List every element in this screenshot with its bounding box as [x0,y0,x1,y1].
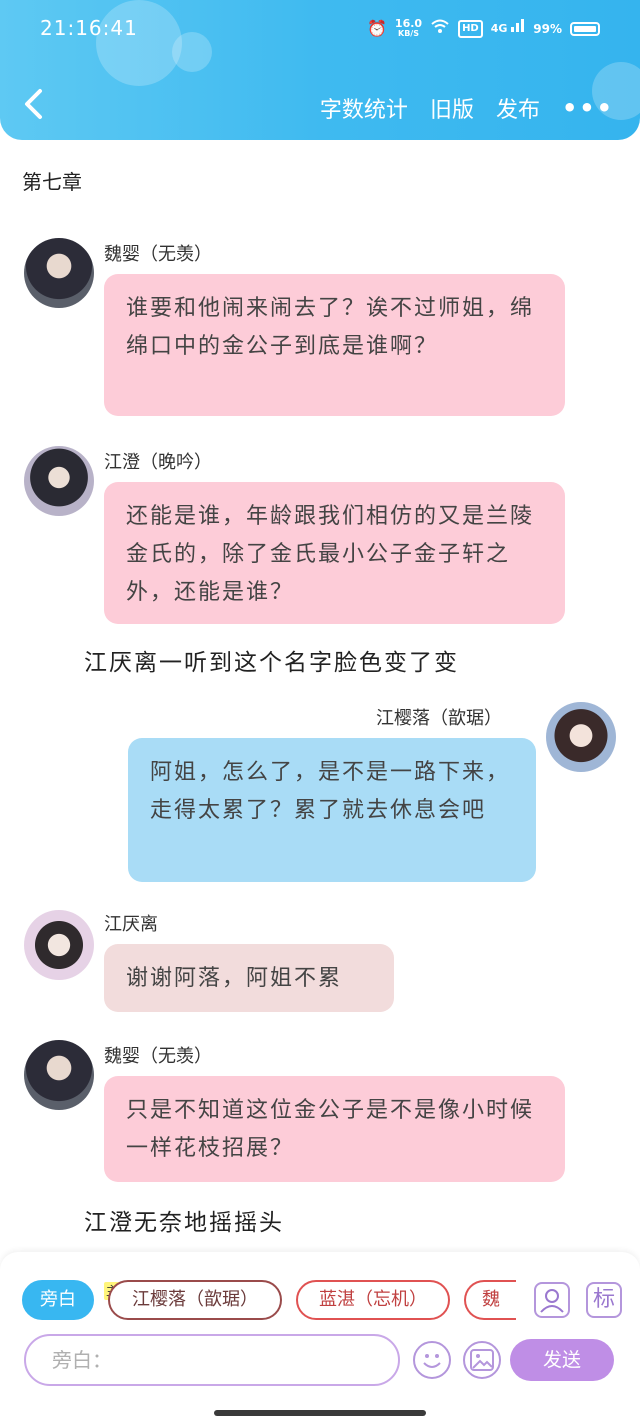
speaker-name: 魏婴（无羡） [104,1046,212,1067]
speaker-name: 魏婴（无羡） [104,244,212,265]
send-button[interactable]: 发送 [510,1339,614,1381]
avatar[interactable] [24,238,94,308]
role-chip[interactable]: 蓝湛（忘机） [296,1280,450,1320]
more-menu-button[interactable]: ••• [562,94,614,122]
narration-text[interactable]: 江厌离一听到这个名字脸色变了变 [84,643,459,677]
role-manage-button[interactable] [534,1282,570,1318]
word-count-button[interactable]: 字数统计 [320,92,408,124]
role-chip[interactable]: 魏婴 [464,1280,516,1320]
battery-icon [570,21,600,36]
image-button[interactable] [463,1341,501,1379]
chapter-title: 第七章 [22,170,82,194]
status-bar: 21:16:41 ⏰ 16.0 KB/S HD 4G 99% [0,14,640,44]
message-bubble[interactable]: 谁要和他闹来闹去了？诶不过师姐，绵绵口中的金公子到底是谁啊？ [104,274,565,416]
status-time: 21:16:41 [40,16,138,40]
narration-text[interactable]: 江澄无奈地摇摇头 [84,1203,284,1237]
signal-label: 4G [490,22,508,35]
battery-percent: 99% [533,21,562,36]
message-bubble[interactable]: 阿姐，怎么了，是不是一路下来，走得太累了？累了就去休息会吧 [128,738,536,882]
role-chip[interactable]: 江樱落（歆琚） [108,1280,282,1320]
wifi-icon [430,18,450,39]
image-icon [470,1349,494,1371]
message-bubble[interactable]: 还能是谁，年龄跟我们相仿的又是兰陵金氏的，除了金氏最小公子金子轩之外，还能是谁？ [104,482,565,624]
message-input[interactable]: 旁白： [24,1334,400,1386]
old-version-button[interactable]: 旧版 [430,92,474,124]
hd-badge: HD [458,19,483,38]
smiley-icon [423,1354,441,1368]
top-header: 21:16:41 ⏰ 16.0 KB/S HD 4G 99% 字数统计 旧版 发… [0,0,640,140]
speaker-name: 江樱落（歆琚） [376,708,502,729]
emoji-button[interactable] [413,1341,451,1379]
back-button[interactable] [22,88,52,124]
person-icon [540,1289,564,1313]
alarm-icon: ⏰ [367,18,387,38]
avatar[interactable] [24,1040,94,1110]
speaker-name: 江厌离 [104,914,158,935]
message-bubble[interactable]: 谢谢阿落，阿姐不累 [104,944,394,1012]
avatar[interactable] [546,702,616,772]
tag-button[interactable]: 标 [586,1282,622,1318]
speed-unit: KB/S [398,28,419,38]
message-bubble[interactable]: 只是不知道这位金公子是不是像小时候一样花枝招展？ [104,1076,565,1182]
header-actions: 字数统计 旧版 发布 ••• [320,92,614,124]
avatar[interactable] [24,446,94,516]
publish-button[interactable]: 发布 [496,92,540,124]
network-speed: 16.0 KB/S [394,16,423,39]
avatar[interactable] [24,910,94,980]
chevron-left-icon [25,89,42,119]
speaker-name: 江澄（晚吟） [104,452,212,473]
signal-icon: 4G [491,18,526,39]
speed-value: 16.0 [394,16,423,30]
home-indicator[interactable] [214,1410,426,1416]
narration-role-chip[interactable]: 旁白 [22,1280,94,1320]
